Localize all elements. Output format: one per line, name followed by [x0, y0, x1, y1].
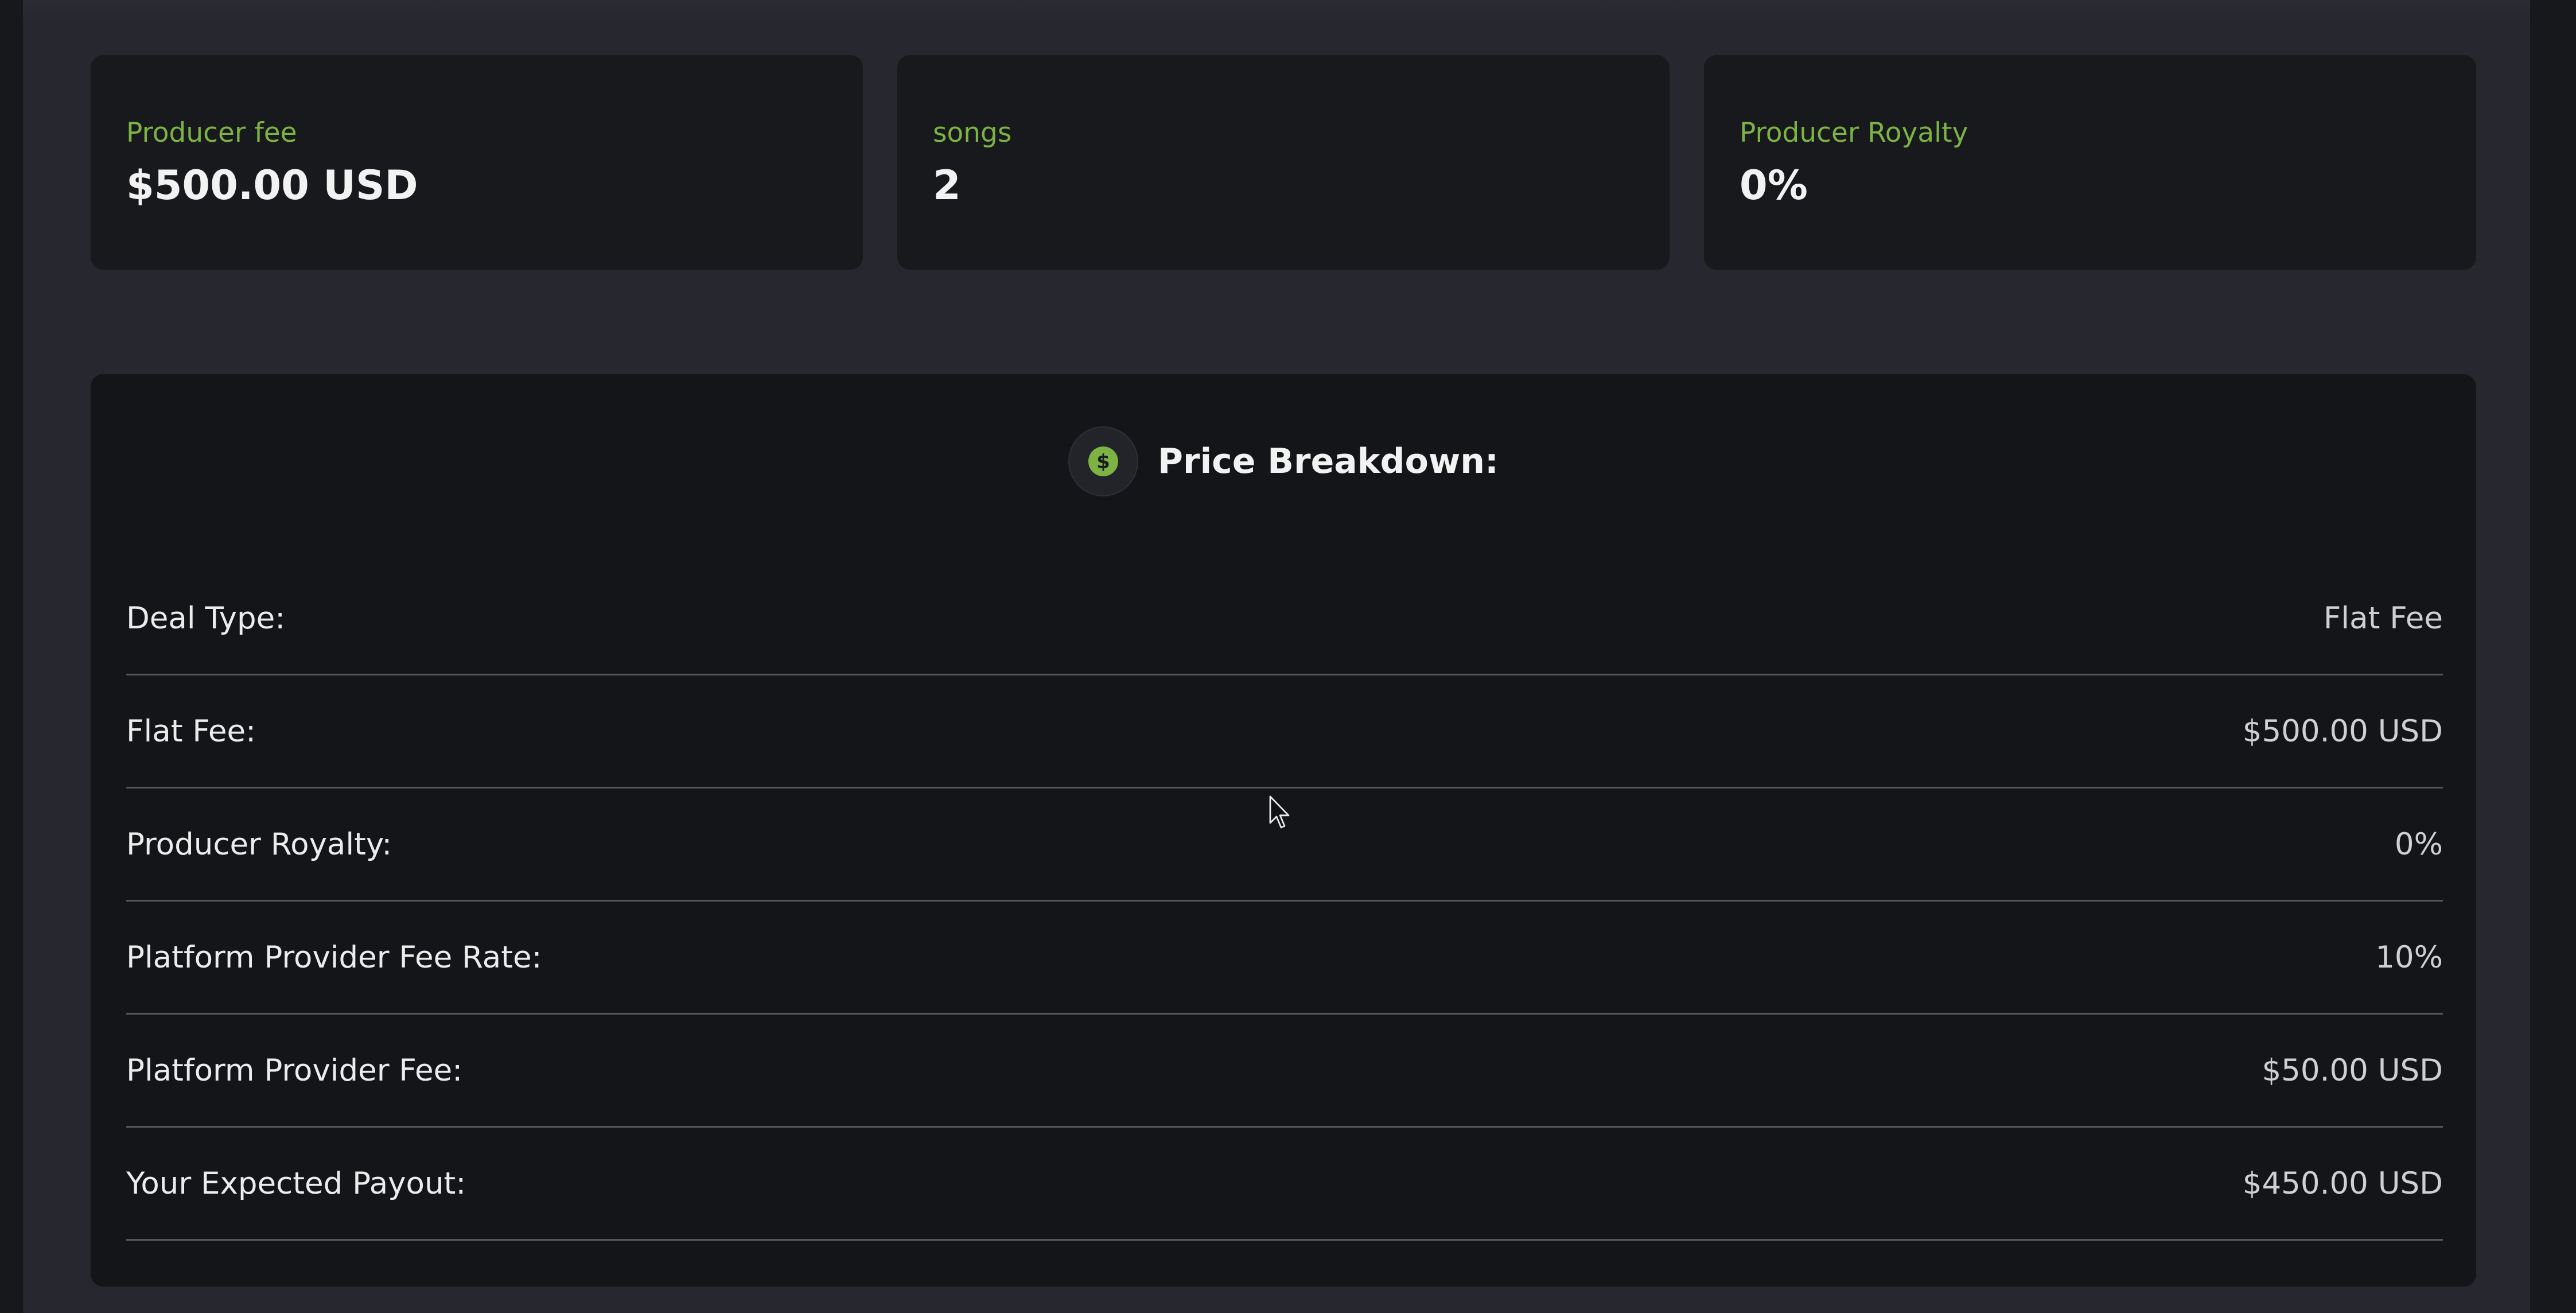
row-value: $50.00 USD [2262, 1052, 2443, 1088]
producer-fee-label: Producer fee [126, 117, 297, 149]
songs-card: songs 2 [897, 55, 1670, 270]
price-breakdown-header: $ Price Breakdown: [91, 426, 2476, 497]
price-breakdown-panel: $ Price Breakdown: Deal Type: Flat Fee F… [91, 374, 2476, 1287]
row-deal-type: Deal Type: Flat Fee [126, 562, 2443, 675]
row-platform-fee: Platform Provider Fee: $50.00 USD [126, 1015, 2443, 1128]
page-content: Producer fee $500.00 USD songs 2 Produce… [23, 0, 2530, 1313]
row-value: Flat Fee [2323, 600, 2443, 636]
price-breakdown-title: Price Breakdown: [1158, 441, 1499, 481]
row-value: $500.00 USD [2242, 713, 2443, 749]
row-label: Your Expected Payout: [126, 1166, 466, 1201]
row-flat-fee: Flat Fee: $500.00 USD [126, 675, 2443, 788]
row-value: 10% [2375, 939, 2443, 975]
price-breakdown-list: Deal Type: Flat Fee Flat Fee: $500.00 US… [126, 562, 2443, 1241]
row-label: Platform Provider Fee: [126, 1052, 463, 1088]
svg-text:$: $ [1096, 450, 1110, 473]
top-shadow [23, 0, 2530, 23]
row-value: $450.00 USD [2242, 1166, 2443, 1201]
producer-fee-card: Producer fee $500.00 USD [91, 55, 863, 270]
songs-label: songs [933, 117, 1012, 149]
row-value: 0% [2394, 826, 2443, 862]
producer-royalty-label: Producer Royalty [1740, 117, 1968, 149]
songs-value: 2 [933, 162, 961, 209]
producer-royalty-card: Producer Royalty 0% [1704, 55, 2476, 270]
row-label: Platform Provider Fee Rate: [126, 939, 542, 975]
producer-royalty-value: 0% [1740, 162, 1808, 209]
mouse-pointer-icon [1269, 795, 1290, 829]
dollar-circle-icon: $ [1068, 426, 1138, 496]
row-label: Deal Type: [126, 600, 286, 636]
row-platform-fee-rate: Platform Provider Fee Rate: 10% [126, 902, 2443, 1015]
row-label: Flat Fee: [126, 713, 256, 749]
row-expected-payout: Your Expected Payout: $450.00 USD [126, 1128, 2443, 1241]
row-label: Producer Royalty: [126, 826, 392, 862]
producer-fee-value: $500.00 USD [126, 162, 418, 209]
